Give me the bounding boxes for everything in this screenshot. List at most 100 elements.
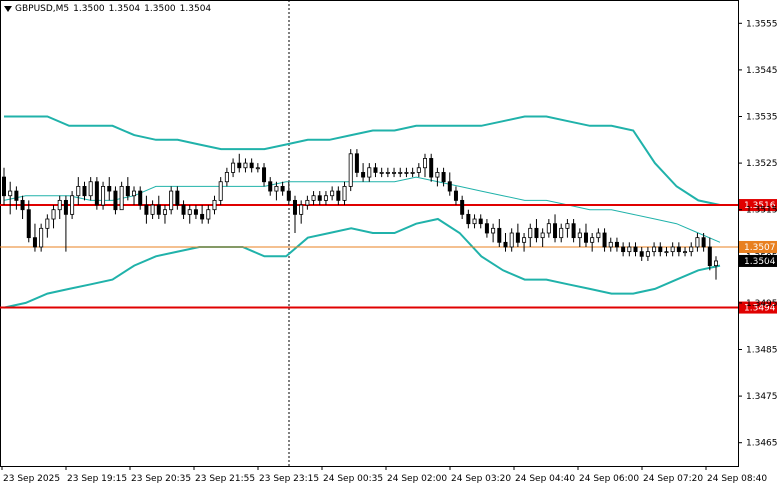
candle-body [317,195,322,201]
candle-body [664,251,669,254]
candle-body [491,227,496,234]
candle-body [596,232,601,239]
candle-body [206,209,211,220]
candle-body [509,232,514,248]
candle-body [404,172,409,174]
candle-body [32,237,37,248]
candle-body [447,181,452,192]
candle-body [274,185,279,192]
x-tick-label: 24 Sep 04:40 [515,474,575,484]
candle-body [26,209,31,239]
candle-body [571,223,576,239]
candle-body [286,190,291,201]
candle-body [472,218,477,225]
candle-body [292,199,297,215]
candle-body [497,227,502,243]
candle-body [336,190,341,201]
candle-body [534,227,539,239]
candle-body [299,204,304,215]
x-tick-label: 24 Sep 00:35 [323,474,383,484]
chart-title-bar: GBPUSD,M5 1.3500 1.3504 1.3500 1.3504 [4,4,215,15]
candle-body [181,204,186,215]
candle-body [676,246,681,253]
candle-body [330,190,335,197]
candle-body [460,199,465,215]
candle-body [224,172,229,183]
candle-body [125,185,130,197]
y-tick-label: 1.3475 [746,392,778,402]
ohlc-low: 1.3500 [144,4,176,14]
candle-body [82,185,87,197]
y-tick-label: 1.3545 [746,66,778,76]
candle-body [583,232,588,243]
y-tick-label: 1.3555 [746,19,778,29]
candle-body [565,223,570,229]
candle-body [695,237,700,248]
candle-body [361,172,366,178]
candle-body [683,251,688,254]
candle-body [435,172,440,178]
candle-body [354,153,359,173]
candle-body [156,204,161,215]
candle-body [602,232,607,248]
candle-body [590,237,595,243]
candle-body [429,158,434,178]
x-tick-label: 23 Sep 21:55 [195,474,255,484]
candle-body [373,167,378,173]
candle-body [76,185,81,197]
candle-body [342,185,347,201]
candle-body [138,190,143,206]
candle-body [175,190,180,206]
candle-body [63,199,68,215]
candle-body [553,223,558,239]
candle-body [546,223,551,234]
ohlc-open: 1.3500 [73,4,105,14]
x-tick-label: 24 Sep 07:20 [643,474,703,484]
candle-body [193,209,198,215]
candle-body [627,246,632,253]
candle-body [385,172,390,174]
candle-body [119,185,124,211]
x-tick-label: 24 Sep 06:00 [579,474,639,484]
candle-body [243,162,248,169]
dropdown-triangle-icon[interactable] [4,6,12,12]
candle-body [8,190,13,197]
y-tick-label: 1.3495 [746,299,778,309]
candle-body [101,185,106,206]
candle-body [441,172,446,183]
candle-body [528,227,533,239]
candle-body [484,223,489,234]
candle [348,149,353,192]
x-tick-label: 24 Sep 08:40 [707,474,767,484]
candle-body [466,213,471,225]
x-tick-label: 23 Sep 23:15 [259,474,319,484]
candle-body [187,209,192,215]
candle-body [150,204,155,215]
y-tick-label: 1.3515 [746,206,778,216]
x-tick-label: 24 Sep 03:20 [451,474,511,484]
candle-body [70,195,75,215]
x-tick-label: 23 Sep 20:35 [131,474,191,484]
candle-body [107,185,112,192]
candle-body [398,172,403,174]
x-tick-label: 24 Sep 02:00 [387,474,447,484]
x-tick-label: 23 Sep 2025 [3,474,60,484]
candle-body [45,218,50,229]
candle-body [379,172,384,174]
candle-body [645,251,650,257]
candle-body [639,251,644,257]
candle-body [392,172,397,174]
ohlc-close: 1.3504 [179,4,212,14]
candle-body [212,199,217,211]
candle-body [621,246,626,253]
price-chart[interactable]: 1.3516 1.3507 1.3504 1.3494 1.3555 1.3545 1.3… [0,0,781,489]
candle-body [113,190,118,211]
candle-body [540,232,545,239]
candle-body [162,209,167,215]
candle-body [268,181,273,192]
candle-body [237,162,242,169]
ohlc-high: 1.3504 [108,4,141,14]
candle-body [323,195,328,201]
candle-body [670,246,675,253]
candle-body [559,227,564,239]
